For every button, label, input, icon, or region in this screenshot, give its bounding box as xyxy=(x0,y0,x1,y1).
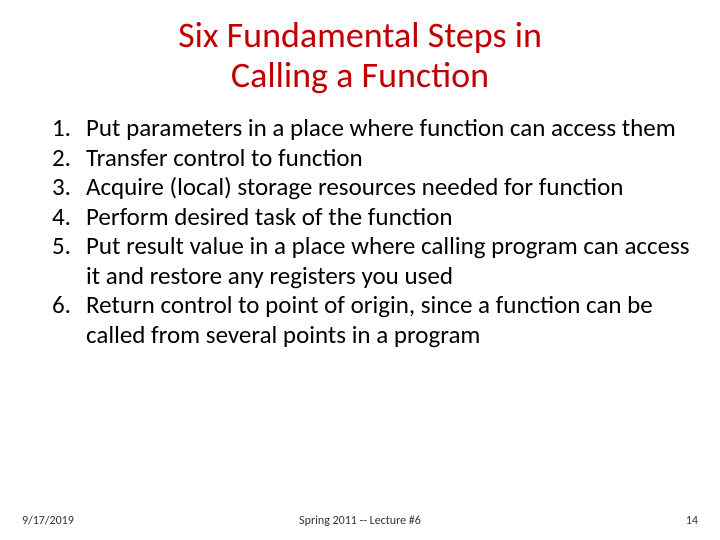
step-text: Transfer control to function xyxy=(86,142,363,173)
step-text: Acquire (local) storage resources needed… xyxy=(86,171,623,202)
step-text: Put result value in a place where callin… xyxy=(86,230,690,291)
slide: Six Fundamental Steps in Calling a Funct… xyxy=(0,0,720,540)
list-item: Transfer control to function xyxy=(86,143,692,173)
list-item: Put parameters in a place where function… xyxy=(86,113,692,143)
step-text: Return control to point of origin, since… xyxy=(86,289,653,350)
list-item: Return control to point of origin, since… xyxy=(86,290,692,349)
steps-list: Put parameters in a place where function… xyxy=(28,113,692,349)
title-line-2: Calling a Function xyxy=(231,53,489,97)
slide-body: Put parameters in a place where function… xyxy=(0,95,720,349)
list-item: Perform desired task of the function xyxy=(86,202,692,232)
footer-page-number: 14 xyxy=(686,514,698,528)
title-line-1: Six Fundamental Steps in xyxy=(178,13,542,57)
step-text: Put parameters in a place where function… xyxy=(86,112,676,143)
list-item: Put result value in a place where callin… xyxy=(86,231,692,290)
footer-center: Spring 2011 -- Lecture #6 xyxy=(0,514,720,528)
slide-title: Six Fundamental Steps in Calling a Funct… xyxy=(0,0,720,95)
step-text: Perform desired task of the function xyxy=(86,201,453,232)
list-item: Acquire (local) storage resources needed… xyxy=(86,172,692,202)
